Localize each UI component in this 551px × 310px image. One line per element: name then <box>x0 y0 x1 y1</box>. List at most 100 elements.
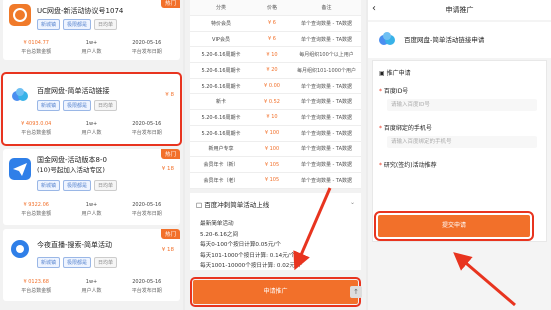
stat-label: 平台总数金额 <box>21 211 52 217</box>
field-label: * 研究(签约)活动推荐 <box>379 162 437 169</box>
column-header: 价格 <box>266 5 277 11</box>
table-cell: ¥ 105 <box>264 177 280 184</box>
table-row: 5.20-6.16周期卡 ¥ 20 每月组织101-1000个用户 <box>190 63 361 79</box>
card-title: UC网盘-新活动协议号1074 <box>37 7 124 15</box>
table-cell: 新卡 <box>215 99 226 106</box>
table-cell: 会员年卡（新） <box>203 162 239 169</box>
stat-label: 平台发布日期 <box>131 211 162 217</box>
table-cell: 5.20-6.16周期卡 <box>201 114 241 121</box>
table-cell: 单个查询数量 - TA数据 <box>300 36 353 43</box>
table-cell: ¥ 6 <box>268 20 276 27</box>
stat-label: 用户人数 <box>81 211 102 217</box>
tag: 极限都是 <box>63 100 92 111</box>
baidu-netdisk-icon <box>376 28 398 50</box>
table-row: 5.20-6.16周期卡 ¥ 10 每月组织100个以上用户 <box>190 47 361 64</box>
table-cell: 单个查询数量 - TA数据 <box>300 146 353 153</box>
table-cell: ¥ 6 <box>268 36 276 43</box>
tag: 极限都是 <box>63 257 92 268</box>
column-header: 备注 <box>321 5 332 11</box>
field-label: * 百度ID号 <box>379 88 409 95</box>
stat-value: 1w+ <box>85 121 98 127</box>
table-cell: ¥ 105 <box>264 161 280 168</box>
card-price: ¥ 8 <box>165 92 174 98</box>
card-title: 百度网盘-简单活动链接 <box>37 87 110 95</box>
table-cell: ¥ 20 <box>266 67 278 74</box>
activity-card-selected[interactable]: 百度网盘-简单活动链接 ¥ 8 新城镇 极限都是 日均单 ¥ 4093.0.04… <box>1 72 182 146</box>
table-cell: ¥ 10 <box>266 51 278 58</box>
stat-label: 用户人数 <box>81 288 102 294</box>
table-cell: 每月组织100个以上用户 <box>299 52 354 59</box>
table-cell: 单个查询数量 - TA数据 <box>300 83 353 90</box>
chevron-down-icon[interactable]: ⌄ <box>350 199 355 206</box>
hot-badge: 热门 <box>160 229 180 239</box>
table-cell: ¥ 0.00 <box>264 83 280 90</box>
stat-value: 1w+ <box>85 202 98 208</box>
stat-label: 平台总数金额 <box>21 49 52 55</box>
tag: 日均单 <box>94 257 118 268</box>
stat-label: 用户人数 <box>81 130 102 136</box>
section-line: 5.20-6.16之间 <box>200 231 239 238</box>
app-name: 百度网盘-简单活动链接申请 <box>404 36 485 44</box>
tag: 极限都是 <box>63 180 92 191</box>
activity-list-panel: UC网盘-新活动协议号1074 热门 新城镇 极限都是 日均单 ¥ 0104.7… <box>0 0 183 310</box>
table-cell: 单个查询数量 - TA数据 <box>300 177 353 184</box>
table-row: 新用户专享 ¥ 100 单个查询数量 - TA数据 <box>190 142 361 158</box>
tag: 新城镇 <box>37 180 61 191</box>
activity-card[interactable]: 今夜直播-搜索-简单活动 热门 ¥ 18 新城镇 极限都是 日均单 ¥ 0123… <box>3 229 180 301</box>
stat-label: 平台总数金额 <box>21 130 52 136</box>
hot-badge: 热门 <box>160 0 180 8</box>
nav-bar: ‹ 申请推广 <box>368 0 551 20</box>
stat-label: 平台发布日期 <box>131 130 162 136</box>
submit-button[interactable]: 提交申请 <box>374 211 534 241</box>
table-cell: ¥ 0.52 <box>264 98 280 105</box>
column-header: 分类 <box>215 5 226 11</box>
section-title: □ 百度冲刺简单活动上线 <box>196 201 270 209</box>
stat-value: 2020-05-16 <box>132 202 162 208</box>
stat-value: 2020-05-16 <box>132 121 162 127</box>
form-title: ▣ 推广申请 <box>379 70 411 77</box>
scroll-top-icon[interactable]: ↑ <box>350 286 362 298</box>
table-cell: 每月组织101-1000个用户 <box>296 67 357 74</box>
tag: 日均单 <box>94 19 118 30</box>
section-line: 每天1001-10000个按日计算: 0.02元/个 <box>200 263 303 269</box>
uc-app-icon <box>9 4 31 26</box>
table-header: 分类 价格 备注 <box>190 0 361 16</box>
table-cell: 单个查询数量 - TA数据 <box>300 162 353 169</box>
table-cell: 5.20-6.16周期卡 <box>201 83 241 90</box>
tag: 新城镇 <box>37 19 61 30</box>
stat-label: 用户人数 <box>81 49 102 55</box>
activity-card[interactable]: 国金网盘-活动版本8-0 (10)号起加入活动专区) 热门 ¥ 18 新城镇 极… <box>3 149 180 225</box>
tag: 极限都是 <box>63 19 92 30</box>
table-cell: 5.20-6.16周期卡 <box>201 52 241 59</box>
live-stream-icon <box>9 238 31 260</box>
stat-value: ¥ 0123.68 <box>23 279 49 285</box>
stat-value: ¥ 9322.06 <box>23 202 49 208</box>
stat-label: 平台发布日期 <box>131 288 162 294</box>
baidu-id-input[interactable]: 请输入百度ID号 <box>387 99 537 111</box>
tag: 新城镇 <box>37 257 61 268</box>
table-row: 5.20-6.16周期卡 ¥ 10 单个查询数量 - TA数据 <box>190 110 361 126</box>
table-row: 5.20-6.16周期卡 ¥ 100 单个查询数量 - TA数据 <box>190 126 361 142</box>
table-cell: 5.20-6.16周期卡 <box>201 130 241 137</box>
table-cell: ¥ 100 <box>264 130 280 137</box>
section-line: 每天101-1000个按日计算: 0.14元/个 <box>200 252 296 259</box>
table-cell: VIP会员 <box>212 36 230 43</box>
baidu-netdisk-icon <box>9 84 31 106</box>
table-cell: 5.20-6.16周期卡 <box>201 67 241 74</box>
tag: 日均单 <box>94 180 118 191</box>
stat-value: 2020-05-16 <box>132 40 162 46</box>
phone-input[interactable]: 请输入百度绑定的手机号 <box>387 136 537 148</box>
apply-promotion-button[interactable]: 申请推广 <box>190 277 361 307</box>
activity-card[interactable]: UC网盘-新活动协议号1074 热门 新城镇 极限都是 日均单 ¥ 0104.7… <box>3 0 180 60</box>
table-cell: ¥ 100 <box>264 145 280 152</box>
table-row: VIP会员 ¥ 6 单个查询数量 - TA数据 <box>190 32 361 48</box>
table-cell: 单个查询数量 - TA数据 <box>300 20 353 27</box>
table-cell: 单个查询数量 - TA数据 <box>300 99 353 106</box>
stat-value: ¥ 4093.0.04 <box>21 121 52 127</box>
price-table: 分类 价格 备注 特价会员 ¥ 6 单个查询数量 - TA数据 VIP会员 ¥ 6 单个查… <box>190 0 361 189</box>
app-header: 百度网盘-简单活动链接申请 <box>368 22 551 58</box>
table-cell: 会员年卡（老） <box>203 177 239 184</box>
field-label: * 百度绑定的手机号 <box>379 125 432 132</box>
stat-label: 平台发布日期 <box>131 49 162 55</box>
table-row: 特价会员 ¥ 6 单个查询数量 - TA数据 <box>190 16 361 32</box>
